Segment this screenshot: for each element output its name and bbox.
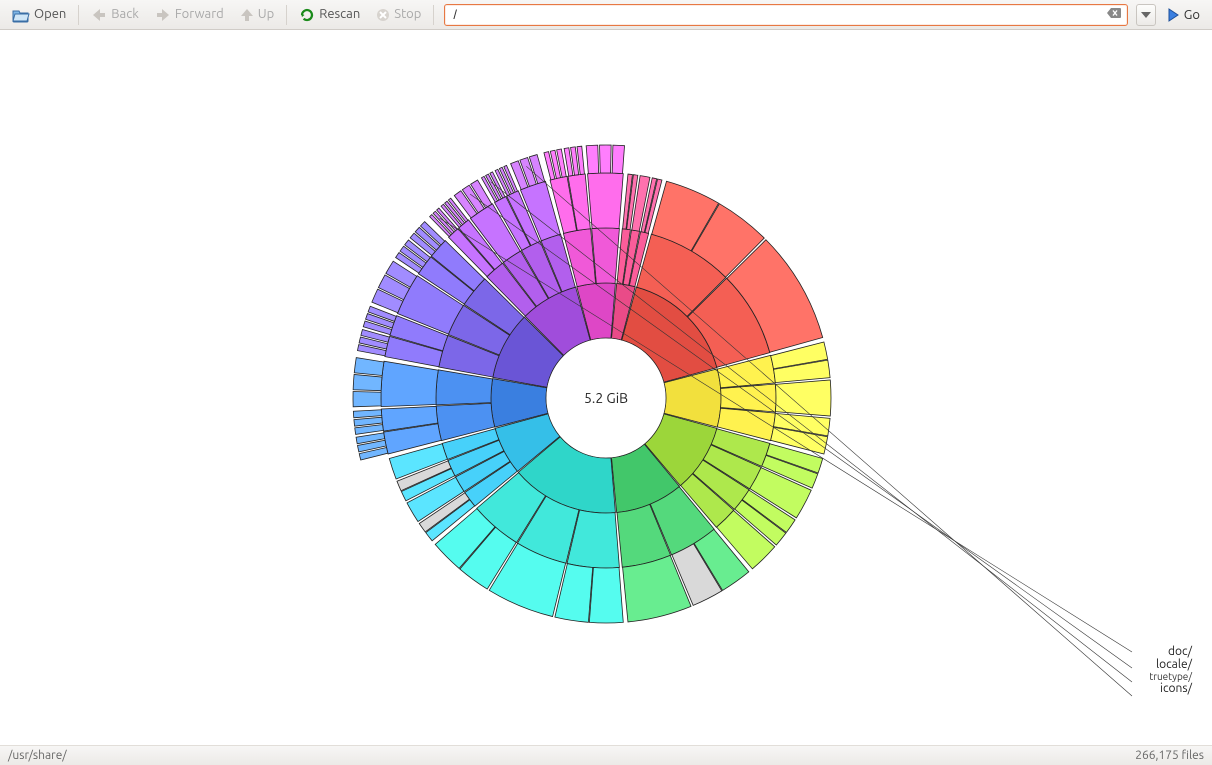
rescan-button[interactable]: Rescan [293, 5, 366, 25]
arrow-up-icon [240, 8, 254, 22]
chevron-down-icon [1141, 12, 1151, 18]
sunburst-segment[interactable] [355, 425, 384, 435]
callout-icons: icons/ [1149, 682, 1192, 695]
sunburst-viewport: 5.2 GiB doc/ locale/ truetype/ icons/ [0, 30, 1212, 745]
callout-labels: doc/ locale/ truetype/ icons/ [1149, 645, 1192, 696]
callout-locale: locale/ [1149, 658, 1192, 671]
go-button[interactable]: Go [1160, 6, 1206, 24]
sunburst-segment[interactable] [354, 358, 384, 376]
refresh-icon [299, 7, 315, 23]
center-disk [547, 339, 665, 457]
up-label: Up [258, 8, 274, 21]
back-button: Back [85, 6, 145, 24]
open-label: Open [34, 8, 66, 21]
folder-open-icon [12, 7, 30, 23]
statusbar: /usr/share/ 266,175 files [0, 745, 1212, 765]
sunburst-segment[interactable] [612, 145, 624, 174]
toolbar-separator [286, 5, 287, 25]
open-button[interactable]: Open [6, 5, 72, 25]
sunburst-segment[interactable] [592, 228, 620, 283]
sunburst-segment[interactable] [353, 374, 382, 390]
sunburst-segment[interactable] [600, 145, 612, 173]
statusbar-count: 266,175 files [1135, 749, 1204, 762]
sunburst-segment[interactable] [586, 145, 599, 174]
play-icon [1166, 8, 1180, 22]
sunburst-segment[interactable] [589, 567, 623, 623]
statusbar-path: /usr/share/ [8, 749, 67, 762]
callout-truetype: truetype/ [1149, 671, 1192, 682]
rescan-label: Rescan [319, 8, 360, 21]
stop-button: Stop [370, 6, 427, 24]
path-input[interactable] [451, 6, 1106, 23]
toolbar: Open Back Forward Up Rescan Stop Go [0, 0, 1212, 30]
toolbar-separator [433, 5, 434, 25]
arrow-right-icon [155, 8, 171, 22]
arrow-left-icon [91, 8, 107, 22]
forward-label: Forward [175, 8, 224, 21]
sunburst-chart[interactable] [0, 30, 1212, 745]
forward-button: Forward [149, 6, 230, 24]
stop-icon [376, 8, 390, 22]
clear-icon[interactable] [1107, 7, 1121, 22]
back-label: Back [111, 8, 139, 21]
stop-label: Stop [394, 8, 421, 21]
go-label: Go [1184, 8, 1200, 22]
sunburst-segment[interactable] [381, 361, 438, 406]
toolbar-separator [78, 5, 79, 25]
sunburst-segment[interactable] [353, 410, 381, 418]
sunburst-segment[interactable] [353, 392, 381, 407]
callout-doc: doc/ [1149, 645, 1192, 658]
path-field-container[interactable] [444, 4, 1127, 26]
up-button: Up [234, 6, 280, 24]
path-history-dropdown[interactable] [1136, 4, 1156, 26]
sunburst-segment[interactable] [588, 173, 624, 229]
